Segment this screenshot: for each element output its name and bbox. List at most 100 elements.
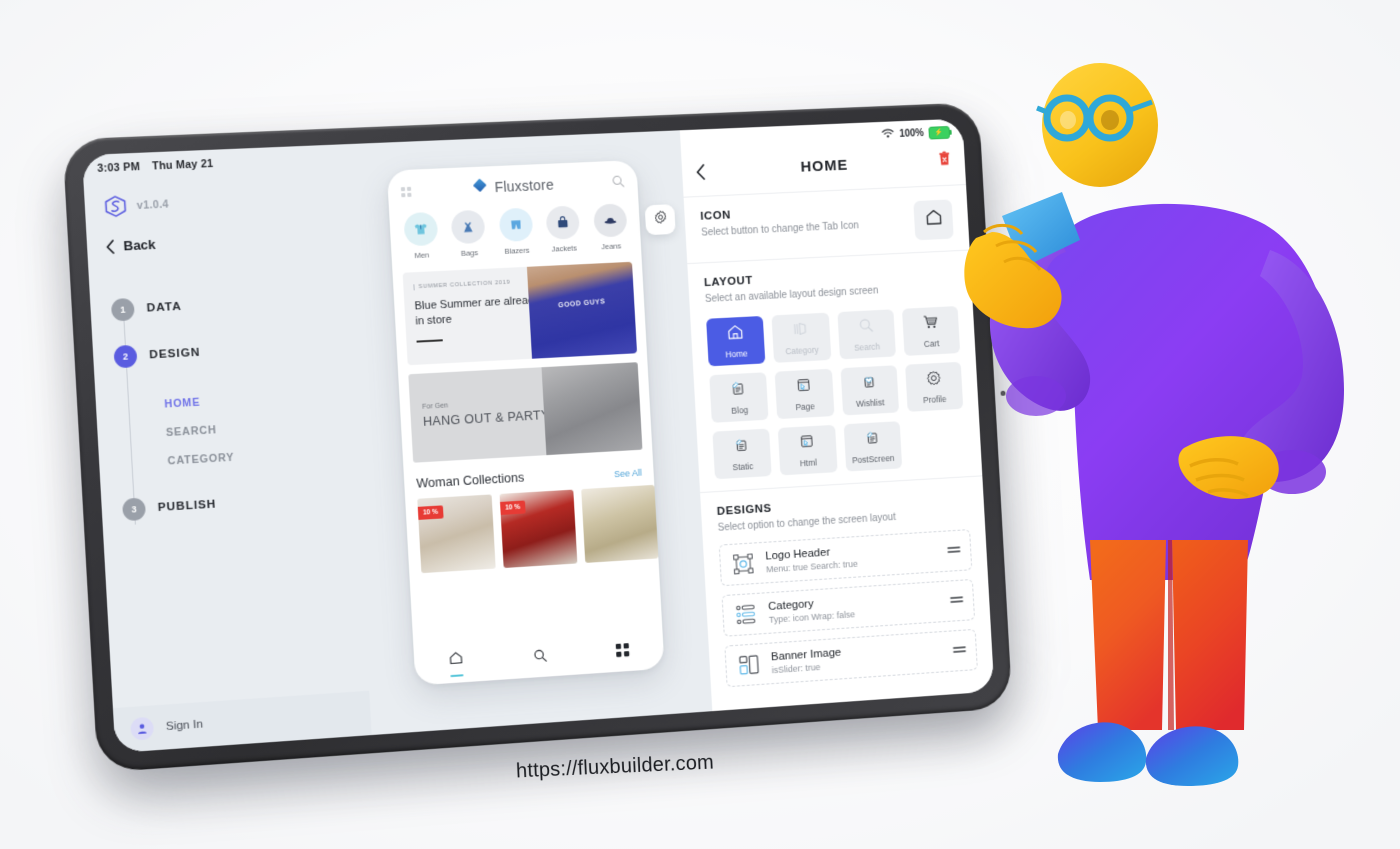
phone-category-jackets[interactable]: Jackets [542, 205, 584, 254]
product-card[interactable] [581, 484, 659, 563]
cart-icon [921, 313, 939, 336]
layout-label: Wishlist [855, 397, 885, 409]
category-icon [792, 319, 811, 343]
shorts-icon [498, 207, 533, 243]
panel-back-button[interactable] [695, 164, 705, 180]
phone-banner-secondary[interactable]: For Gen HANG OUT & PARTY [408, 362, 643, 463]
layout-label: Category [785, 344, 820, 357]
phone-category-jeans[interactable]: Jeans [589, 203, 631, 252]
html-icon [798, 432, 817, 456]
character-head [1036, 63, 1158, 187]
preview-settings-button[interactable] [644, 204, 676, 236]
banner-text: SUMMER COLLECTION 2019 Blue Summer are a… [403, 266, 545, 365]
discount-badge: 10 % [500, 500, 526, 515]
phone-brand-name: Fluxstore [494, 176, 555, 195]
layout-option-page[interactable]: Page [774, 368, 835, 419]
layout-option-search[interactable]: Search [836, 309, 896, 360]
logo-header-icon [730, 551, 757, 576]
wifi-icon [882, 128, 895, 141]
search-icon[interactable] [611, 174, 625, 187]
step-number-badge: 3 [122, 497, 147, 522]
tablet-device: 3:03 PM Thu May 21 v1.0.4 Back 1 DATA 2 … [62, 102, 1013, 773]
tablet-screen: 3:03 PM Thu May 21 v1.0.4 Back 1 DATA 2 … [81, 118, 995, 754]
phone-banner-primary[interactable]: SUMMER COLLECTION 2019 Blue Summer are a… [402, 261, 638, 366]
phone-product-row: 10 % 10 % [405, 477, 659, 574]
phone-category-bags[interactable]: Bags [447, 209, 490, 259]
sign-in-button[interactable]: Sign In [112, 690, 372, 754]
phone-bottom-nav [413, 627, 664, 686]
design-item-text: Logo Header Menu: true Search: true [765, 540, 938, 574]
phone-category-strip: Men Bags Blazers Jackets Jeans [389, 193, 642, 265]
app-sidebar: 3:03 PM Thu May 21 v1.0.4 Back 1 DATA 2 … [81, 144, 372, 754]
step-label: DESIGN [148, 346, 201, 362]
layout-option-html[interactable]: Html [778, 424, 838, 476]
category-label: Blazers [504, 245, 530, 256]
section-subtitle: Select button to change the Tab Icon [700, 220, 860, 239]
layout-option-static[interactable]: Static [712, 428, 772, 480]
page-icon [795, 375, 814, 399]
battery-percent: 100% [899, 128, 925, 140]
phone-category-blazers[interactable]: Blazers [495, 207, 538, 256]
design-substeps: HOME SEARCH CATEGORY [164, 380, 357, 475]
flux-diamond-icon [472, 177, 488, 198]
flux-cube-logo-icon [103, 194, 128, 218]
sidebar-step-design[interactable]: 2 DESIGN [113, 334, 350, 369]
product-card[interactable]: 10 % [499, 489, 578, 569]
category-label: Bags [460, 248, 479, 258]
step-label: DATA [146, 300, 182, 315]
phone-nav-grid[interactable] [615, 642, 630, 663]
phone-nav-search[interactable] [532, 648, 548, 669]
grid-menu-icon[interactable] [400, 185, 413, 198]
tshirt-icon [402, 211, 438, 247]
search-magnifier-icon [857, 316, 876, 340]
layout-label: Home [725, 348, 748, 360]
banner-image-icon [736, 652, 763, 677]
active-indicator [450, 674, 464, 678]
gear-icon [652, 209, 668, 230]
search-icon [532, 648, 548, 669]
phone-category-men[interactable]: Men [399, 211, 442, 261]
sign-in-label: Sign In [165, 718, 204, 734]
product-image [581, 484, 659, 563]
sidebar-step-publish[interactable]: 3 PUBLISH [122, 485, 359, 522]
user-avatar-icon [130, 716, 155, 741]
wizard-steps: 1 DATA 2 DESIGN HOME SEARCH CATEGORY 3 P… [110, 288, 361, 552]
sidebar-step-data[interactable]: 1 DATA [110, 288, 348, 322]
design-item-text: Category Type: icon Wrap: false [768, 590, 941, 625]
banner-underline [416, 339, 443, 343]
layout-label: Static [732, 460, 754, 473]
banner-kicker: SUMMER COLLECTION 2019 [413, 278, 541, 291]
panel-section-layout: LAYOUT Select an available layout design… [687, 249, 983, 492]
phone-nav-home[interactable] [448, 650, 465, 678]
home-icon [726, 323, 745, 347]
character-shirt [989, 203, 1344, 580]
layout-option-category[interactable]: Category [771, 312, 831, 363]
banner-title: Blue Summer are already in store [414, 294, 540, 328]
step-number-badge: 1 [110, 297, 135, 322]
category-label: Men [414, 250, 430, 261]
banner-photo [527, 261, 638, 359]
character-shoes [1057, 722, 1239, 786]
discount-badge: 10 % [417, 505, 444, 520]
design-item-category[interactable]: Category Type: icon Wrap: false [721, 578, 976, 637]
layout-option-wishlist[interactable]: Wishlist [840, 365, 899, 416]
layout-option-blog[interactable]: Blog [709, 372, 769, 423]
layout-label: Page [795, 401, 816, 412]
category-label: Jackets [551, 243, 578, 254]
layout-option-home[interactable]: Home [706, 315, 766, 367]
step-number-badge: 2 [113, 344, 138, 369]
site-url-caption: https://fluxbuilder.com [515, 751, 715, 783]
layout-option-postscreen[interactable]: PostScreen [843, 420, 902, 472]
phone-mockup: Fluxstore Men Bags Blazers Jackets Jeans… [386, 159, 665, 686]
category-label: Jeans [601, 241, 622, 252]
panel-title: HOME [800, 156, 849, 176]
character-illustration [940, 40, 1370, 800]
home-icon [448, 650, 464, 671]
app-version: v1.0.4 [136, 197, 170, 212]
step-label: PUBLISH [157, 498, 217, 515]
chevron-left-icon [105, 239, 114, 254]
design-item-logo-header[interactable]: Logo Header Menu: true Search: true [718, 528, 973, 586]
layout-label: Cart [923, 338, 940, 349]
product-card[interactable]: 10 % [417, 494, 496, 574]
banner-photo [541, 362, 643, 456]
